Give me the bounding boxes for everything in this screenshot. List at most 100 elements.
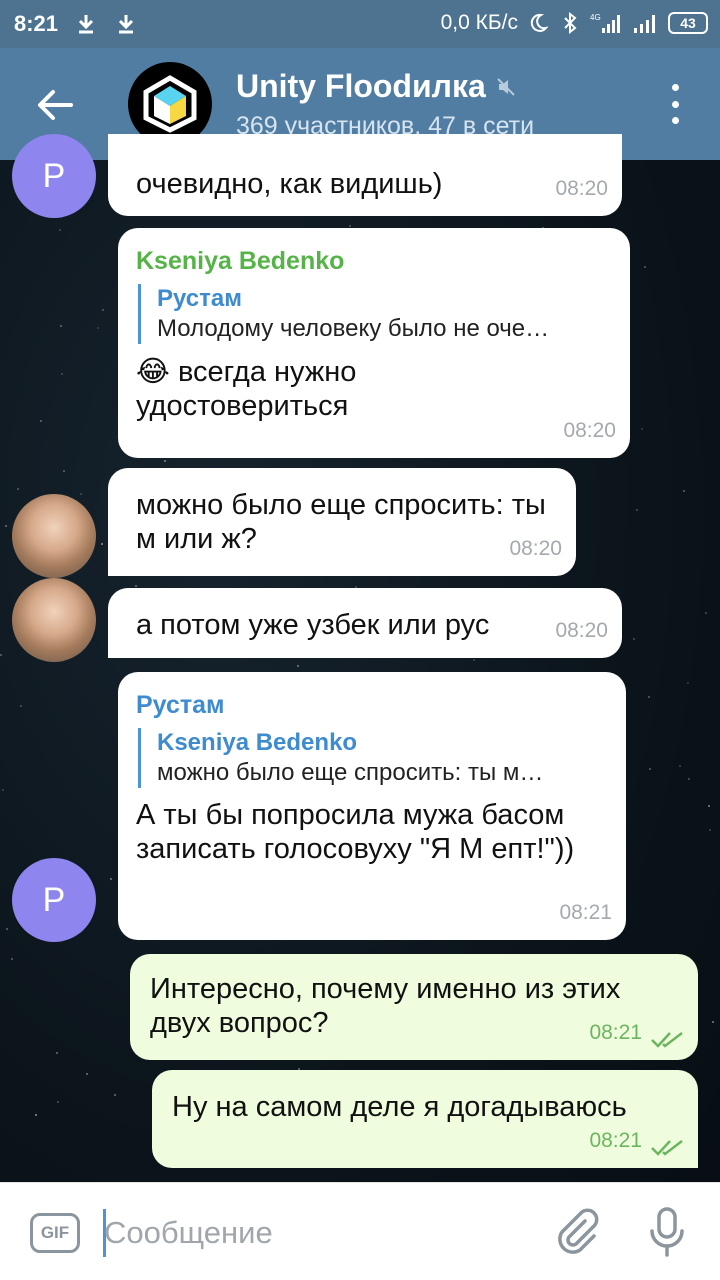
message-bubble-outgoing[interactable]: Ну на самом деле я догадываюсь 08:21 xyxy=(152,1070,698,1168)
star-dot xyxy=(11,958,13,960)
message-bubble-outgoing[interactable]: Интересно, почему именно из этих двух во… xyxy=(130,954,698,1060)
avatar[interactable]: Р xyxy=(12,858,96,942)
avatar-letter: Р xyxy=(42,156,66,195)
laughing-emoji-icon: 😂 xyxy=(136,354,170,388)
reply-text: Молодому человеку было не оче… xyxy=(157,315,550,342)
star-dot xyxy=(102,309,104,311)
more-menu-button[interactable] xyxy=(660,84,690,124)
message-text: всегда нужно удостовериться xyxy=(136,356,357,422)
reply-quote[interactable]: Рустам Молодому человеку было не оче… xyxy=(138,284,610,344)
message-time: 08:21 xyxy=(589,1021,642,1044)
message-bubble[interactable]: Рустам Kseniya Bedenko можно было еще сп… xyxy=(118,672,626,940)
star-dot xyxy=(6,928,8,930)
star-dot xyxy=(633,638,635,640)
status-bar: 8:21 0,0 КБ/с 4G 43 xyxy=(0,0,720,48)
message-bubble[interactable]: Kseniya Bedenko Рустам Молодому человеку… xyxy=(118,228,630,458)
gif-button[interactable]: GIF xyxy=(30,1213,80,1253)
star-dot xyxy=(101,543,103,545)
star-dot xyxy=(349,225,351,227)
message-text-wrap: 😂 всегда нужно удостовериться xyxy=(136,354,536,423)
star-dot xyxy=(56,1052,58,1054)
star-dot xyxy=(80,493,82,495)
message-time: 08:20 xyxy=(509,537,562,560)
message-time: 08:21 xyxy=(589,1129,642,1152)
voice-record-button[interactable] xyxy=(642,1205,692,1259)
star-dot xyxy=(708,805,710,807)
star-dot xyxy=(114,1094,116,1096)
star-dot xyxy=(687,682,689,684)
unity-logo-icon xyxy=(143,75,197,133)
status-time: 8:21 xyxy=(14,11,59,36)
message-input[interactable] xyxy=(104,1209,524,1257)
star-dot xyxy=(636,509,638,511)
message-text: А ты бы попросила мужа басом записать го… xyxy=(136,799,575,865)
battery-icon: 43 xyxy=(668,12,708,34)
bluetooth-icon xyxy=(558,11,582,35)
download-icon xyxy=(114,12,138,36)
star-dot xyxy=(57,1101,59,1103)
star-dot xyxy=(649,768,651,770)
message-text: Ну на самом деле я догадываюсь xyxy=(172,1091,627,1123)
star-dot xyxy=(35,1114,37,1116)
star-dot xyxy=(97,327,99,329)
message-bubble[interactable]: можно было еще спросить: ты м или ж? 08:… xyxy=(108,468,576,576)
star-dot xyxy=(59,229,61,231)
read-checkmark-icon xyxy=(651,1032,683,1048)
menu-dot-icon xyxy=(671,84,679,91)
reply-quote[interactable]: Kseniya Bedenko можно было еще спросить:… xyxy=(138,728,606,788)
net-speed: 0,0 КБ/с xyxy=(440,11,518,34)
star-dot xyxy=(648,696,650,698)
chat-title[interactable]: Unity Floodилка xyxy=(236,68,516,105)
avatar[interactable] xyxy=(12,494,96,578)
star-dot xyxy=(709,829,711,831)
sender-name[interactable]: Рустам xyxy=(136,688,606,722)
star-dot xyxy=(705,612,707,614)
star-dot xyxy=(688,778,690,780)
star-dot xyxy=(17,488,19,490)
reply-text: можно было еще спросить: ты м… xyxy=(157,759,544,786)
star-dot xyxy=(473,659,475,661)
star-dot xyxy=(712,1021,714,1023)
message-text: очевидно, как видишь) xyxy=(136,168,443,200)
star-dot xyxy=(641,428,643,430)
star-dot xyxy=(86,1073,88,1075)
avatar[interactable]: Р xyxy=(12,134,96,218)
back-button[interactable] xyxy=(30,80,80,130)
back-arrow-icon xyxy=(38,90,73,120)
network-type: 4G xyxy=(590,13,601,22)
menu-dot-icon xyxy=(671,100,679,108)
download-icon xyxy=(74,12,98,36)
star-dot xyxy=(61,373,63,375)
reply-sender: Рустам xyxy=(157,285,242,312)
star-dot xyxy=(683,490,685,492)
microphone-icon xyxy=(650,1207,684,1257)
message-bubble[interactable]: очевидно, как видишь) 08:20 xyxy=(108,134,622,216)
menu-dot-icon xyxy=(671,117,679,124)
message-bubble[interactable]: а потом уже узбек или рус 08:20 xyxy=(108,588,622,658)
star-dot xyxy=(2,789,4,791)
star-dot xyxy=(0,654,2,656)
reply-sender: Kseniya Bedenko xyxy=(157,729,358,756)
gif-label: GIF xyxy=(40,1223,70,1242)
star-dot xyxy=(63,470,65,472)
signal-4g-icon: 4G xyxy=(590,11,624,35)
message-text: можно было еще спросить: ты м или ж? xyxy=(136,489,546,555)
message-time: 08:20 xyxy=(555,177,608,200)
chat-title-text: Unity Floodилка xyxy=(236,68,486,104)
star-dot xyxy=(110,878,112,880)
message-input-bar: GIF xyxy=(0,1182,720,1280)
message-time: 08:20 xyxy=(563,419,616,442)
star-dot xyxy=(40,420,42,422)
read-checkmark-icon xyxy=(651,1140,683,1156)
muted-icon xyxy=(497,77,515,96)
avatar[interactable] xyxy=(12,578,96,662)
star-dot xyxy=(135,585,137,587)
star-dot xyxy=(297,665,299,667)
attach-button[interactable] xyxy=(552,1207,602,1257)
message-text: а потом уже узбек или рус xyxy=(136,609,490,641)
message-time: 08:20 xyxy=(555,619,608,642)
signal-icon xyxy=(632,11,660,35)
message-time: 08:21 xyxy=(559,901,612,924)
star-dot xyxy=(644,266,646,268)
sender-name[interactable]: Kseniya Bedenko xyxy=(136,244,610,278)
